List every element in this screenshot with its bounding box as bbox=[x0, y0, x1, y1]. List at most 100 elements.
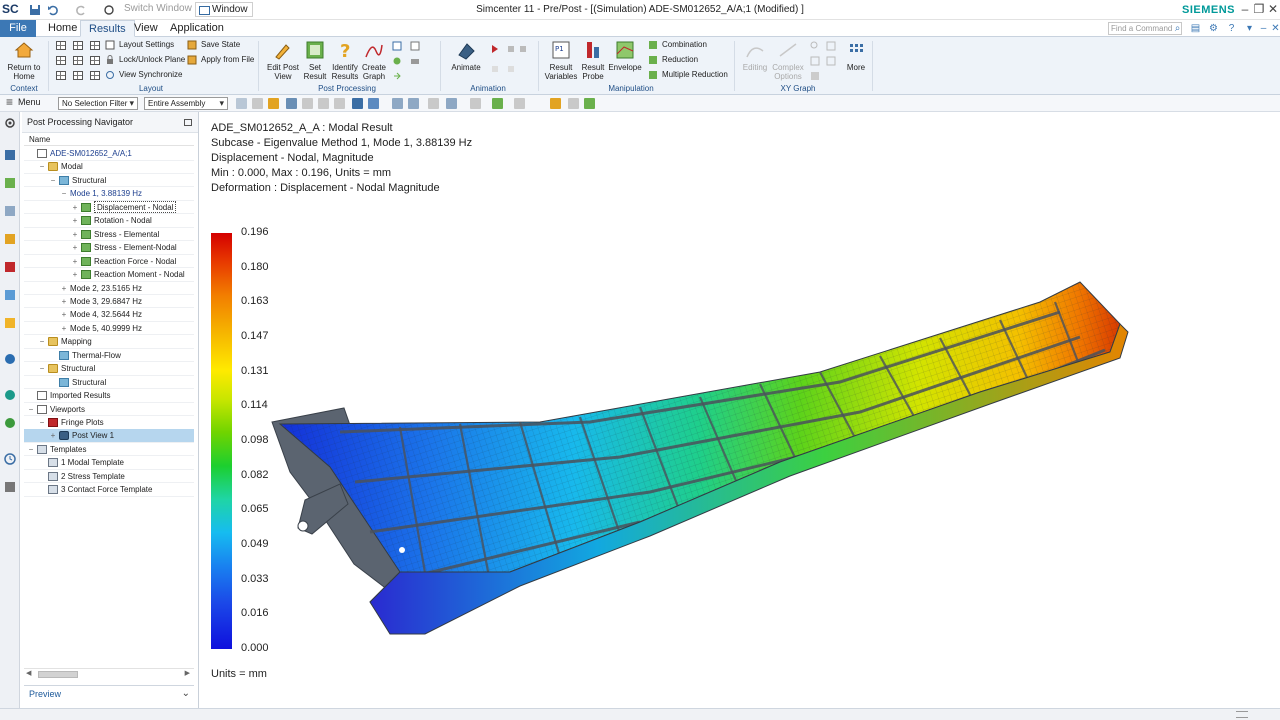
more-button[interactable]: More bbox=[842, 39, 870, 72]
section-view-icon[interactable] bbox=[514, 98, 525, 109]
assembly-scope-dropdown[interactable]: Entire Assembly bbox=[144, 97, 228, 110]
reuse-library-icon[interactable] bbox=[3, 288, 17, 302]
grid-icon[interactable] bbox=[584, 98, 595, 109]
selection-filter-dropdown[interactable]: No Selection Filter bbox=[58, 97, 138, 110]
expand-icon[interactable]: + bbox=[71, 201, 79, 214]
repeat-command-icon[interactable] bbox=[102, 3, 116, 17]
palette-icon[interactable] bbox=[3, 316, 17, 330]
tree-node[interactable]: + Mode 4, 32.5644 Hz bbox=[24, 308, 194, 322]
minimize-icon[interactable]: – bbox=[1238, 2, 1252, 16]
layout-4-icon[interactable] bbox=[56, 56, 66, 65]
layout-9-icon[interactable] bbox=[90, 71, 100, 80]
step-back-icon[interactable] bbox=[490, 63, 504, 75]
clip-icon[interactable] bbox=[568, 98, 579, 109]
part-navigator-icon[interactable] bbox=[3, 148, 17, 162]
view-zoom-icon[interactable] bbox=[408, 98, 419, 109]
box-select-icon[interactable] bbox=[334, 98, 345, 109]
tree-node[interactable]: − Structural bbox=[24, 362, 194, 376]
return-to-home-button[interactable]: Return to Home bbox=[4, 39, 44, 81]
horizontal-scrollbar[interactable]: ◀ ▶ bbox=[24, 668, 194, 679]
tab-file[interactable]: File bbox=[0, 20, 36, 37]
scroll-thumb[interactable] bbox=[38, 671, 78, 678]
expand-icon[interactable]: + bbox=[60, 308, 68, 321]
history-clock-icon[interactable] bbox=[3, 452, 17, 466]
tree-node[interactable]: + Mode 3, 29.6847 Hz bbox=[24, 295, 194, 309]
collapse-icon[interactable]: − bbox=[38, 416, 46, 429]
find-command-input[interactable]: Find a Command bbox=[1108, 22, 1182, 35]
xy-zoom-icon[interactable] bbox=[810, 40, 824, 52]
pick-tool-icon[interactable] bbox=[286, 98, 297, 109]
solid-select-icon[interactable] bbox=[368, 98, 379, 109]
save-icon[interactable] bbox=[28, 3, 42, 17]
tree-node[interactable]: + Stress - Element-Nodal bbox=[24, 241, 194, 255]
simulation-navigator-icon[interactable] bbox=[3, 204, 17, 218]
wing-fem-model[interactable] bbox=[260, 272, 1140, 642]
view-rotate-icon[interactable] bbox=[428, 98, 439, 109]
chevron-down-icon[interactable]: ⌄ bbox=[182, 686, 190, 702]
window-menu-dropdown[interactable]: Window bbox=[195, 2, 253, 17]
xy-grid-icon[interactable] bbox=[810, 55, 824, 67]
expand-icon[interactable]: + bbox=[60, 282, 68, 295]
tree-node[interactable]: 1 Modal Template bbox=[24, 456, 194, 470]
tree-node[interactable]: − Mapping bbox=[24, 335, 194, 349]
layout-5-icon[interactable] bbox=[73, 56, 83, 65]
menu-button[interactable]: Menu bbox=[4, 95, 41, 109]
column-header-name[interactable]: Name bbox=[24, 134, 194, 146]
step-forward-icon[interactable] bbox=[506, 63, 520, 75]
tab-home[interactable]: Home bbox=[40, 20, 85, 37]
tree-node[interactable]: − Mode 1, 3.88139 Hz bbox=[24, 187, 194, 201]
tab-application[interactable]: Application bbox=[162, 20, 232, 37]
tree-node[interactable]: + Rotation - Nodal bbox=[24, 214, 194, 228]
collapse-icon[interactable]: − bbox=[60, 187, 68, 200]
select-all-icon[interactable] bbox=[318, 98, 329, 109]
tree-node[interactable]: + Reaction Moment - Nodal bbox=[24, 268, 194, 282]
envelope-button[interactable]: Envelope bbox=[607, 39, 643, 72]
tree-node[interactable]: Thermal-Flow bbox=[24, 349, 194, 363]
reduction-button[interactable]: Reduction bbox=[648, 54, 698, 66]
tree-node[interactable]: + Mode 5, 40.9999 Hz bbox=[24, 322, 194, 336]
help-icon[interactable]: ? bbox=[1226, 23, 1237, 34]
undo-icon[interactable] bbox=[46, 3, 60, 17]
tree-node[interactable]: + Post View 1 bbox=[24, 429, 194, 443]
switch-window-button[interactable]: Switch Window bbox=[124, 3, 192, 14]
complex-options-button[interactable]: Complex Options bbox=[772, 39, 804, 81]
apply-from-file-button[interactable]: Apply from File bbox=[187, 54, 254, 66]
view-orient-icon[interactable] bbox=[446, 98, 457, 109]
expand-icon[interactable]: + bbox=[49, 429, 57, 442]
expand-icon[interactable]: + bbox=[71, 268, 79, 281]
collapse-icon[interactable]: − bbox=[38, 362, 46, 375]
edit-post-view-button[interactable]: Edit Post View bbox=[264, 39, 302, 81]
close-icon[interactable]: ✕ bbox=[1266, 2, 1280, 16]
filter-tool-icon[interactable] bbox=[252, 98, 263, 109]
collapse-icon[interactable]: − bbox=[38, 160, 46, 173]
cube-select-icon[interactable] bbox=[352, 98, 363, 109]
animate-button[interactable]: Animate bbox=[448, 39, 484, 72]
expand-icon[interactable]: + bbox=[71, 214, 79, 227]
paint-tool-icon[interactable] bbox=[410, 55, 424, 67]
xy-fit-icon[interactable] bbox=[826, 55, 840, 67]
tree-node[interactable]: − Modal bbox=[24, 160, 194, 174]
close-part-icon[interactable]: ✕ bbox=[1270, 23, 1280, 34]
tree-node[interactable]: Imported Results bbox=[24, 389, 194, 403]
gear-icon[interactable] bbox=[3, 116, 17, 130]
layout-settings-button[interactable]: Layout Settings bbox=[105, 39, 174, 51]
tree-node[interactable]: + Mode 2, 23.5165 Hz bbox=[24, 282, 194, 295]
web-browser-icon[interactable] bbox=[3, 388, 17, 402]
redo-icon[interactable] bbox=[74, 3, 88, 17]
editing-button[interactable]: Editing bbox=[740, 39, 770, 72]
result-variables-button[interactable]: P1 Result Variables bbox=[544, 39, 578, 81]
set-result-button[interactable]: Set Result bbox=[302, 39, 328, 81]
scroll-right-icon[interactable]: ▶ bbox=[185, 669, 190, 677]
identify-results-button[interactable]: ? Identify Results bbox=[330, 39, 360, 81]
xy-export-icon[interactable] bbox=[810, 70, 824, 82]
roles-icon[interactable] bbox=[3, 416, 17, 430]
restore-icon[interactable]: ❐ bbox=[1252, 2, 1266, 16]
expand-icon[interactable]: + bbox=[60, 295, 68, 308]
collapse-icon[interactable]: − bbox=[49, 174, 57, 187]
teamcenter-icon[interactable] bbox=[3, 352, 17, 366]
minimize-ribbon-icon[interactable]: – bbox=[1258, 23, 1269, 34]
resize-grip[interactable] bbox=[1236, 711, 1248, 718]
arrow-tool-icon[interactable] bbox=[392, 70, 406, 82]
annotation-tool-icon[interactable] bbox=[392, 40, 406, 52]
system-materials-icon[interactable] bbox=[3, 480, 17, 494]
